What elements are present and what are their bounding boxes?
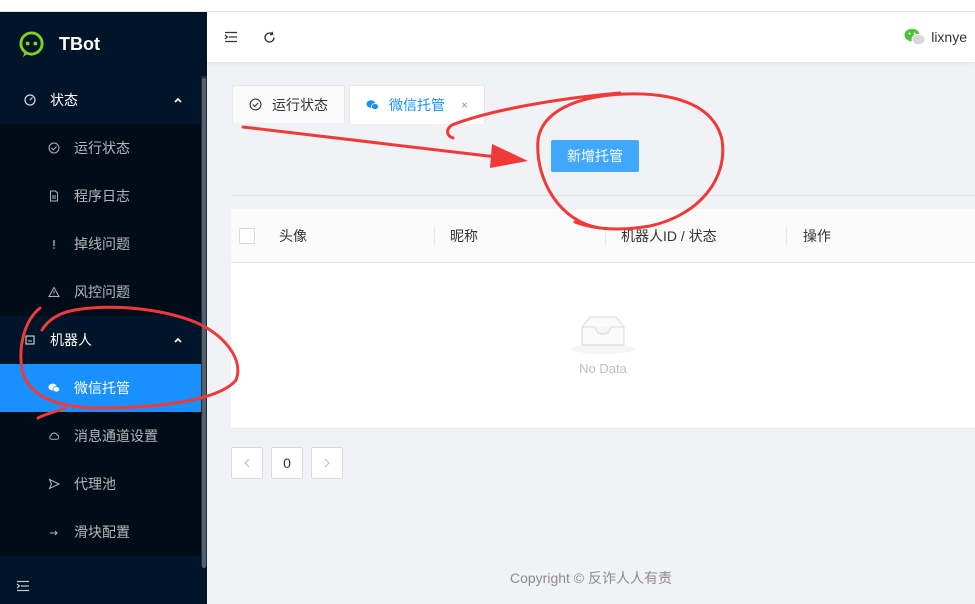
- menu-group-status[interactable]: 状态: [0, 76, 207, 124]
- dashboard-icon: [24, 94, 36, 106]
- menu-item-label: 消息通道设置: [74, 428, 158, 444]
- menu-item-program-log[interactable]: 程序日志: [0, 172, 207, 220]
- menu-item-proxy-pool[interactable]: 代理池: [0, 460, 207, 508]
- menu-fold-icon[interactable]: [223, 29, 239, 45]
- app-title: TBot: [59, 33, 100, 54]
- page-number-button[interactable]: 0: [271, 447, 303, 479]
- tab-run-status[interactable]: 运行状态: [232, 85, 345, 123]
- menu-item-label: 代理池: [74, 476, 116, 492]
- menu-item-label: 程序日志: [74, 188, 130, 204]
- cloud-icon: [48, 430, 60, 442]
- empty-state: No Data: [231, 311, 975, 376]
- empty-inbox-icon: [571, 316, 635, 354]
- robot-icon: [24, 334, 36, 346]
- wechat-icon: [366, 100, 379, 110]
- column-separator: [434, 226, 435, 246]
- sidebar-scrollbar[interactable]: [201, 76, 207, 568]
- menu-item-slider-config[interactable]: 滑块配置: [0, 508, 207, 556]
- tab-wechat-hosting[interactable]: 微信托管 ×: [349, 85, 486, 124]
- menu-item-label: 微信托管: [74, 380, 130, 396]
- sidebar: TBot 状态 运行状态 程序日志 掉线问题 风控问题 机器人 微信托管 消息通…: [0, 12, 207, 604]
- column-header-robot-id-status[interactable]: 机器人ID / 状态: [621, 209, 717, 263]
- reload-icon[interactable]: [261, 29, 277, 45]
- collapse-sidebar-button[interactable]: [0, 568, 207, 604]
- header: lixnye: [207, 12, 975, 62]
- submenu-status: 运行状态 程序日志 掉线问题 风控问题: [0, 124, 207, 316]
- close-tab-icon[interactable]: ×: [461, 98, 468, 112]
- menu-group-label: 机器人: [50, 332, 92, 348]
- check-circle-icon: [249, 98, 262, 111]
- annotation-arrow-head: [490, 144, 528, 168]
- file-text-icon: [48, 190, 60, 202]
- submenu-robot: 微信托管 消息通道设置 代理池 滑块配置: [0, 364, 207, 556]
- add-hosting-button[interactable]: 新增托管: [551, 140, 639, 172]
- tab-label: 微信托管: [389, 97, 445, 113]
- warning-icon: [48, 286, 60, 298]
- chevron-up-icon: [174, 337, 182, 343]
- copyright-footer: Copyright © 反诈人人有责: [509, 570, 672, 586]
- menu-item-wechat-hosting[interactable]: 微信托管: [0, 364, 201, 412]
- menu-group-robot[interactable]: 机器人: [0, 316, 207, 364]
- chevron-up-icon: [174, 97, 182, 103]
- menu-fold-icon: [16, 580, 29, 592]
- page-tabs: 运行状态 微信托管 ×: [232, 85, 489, 124]
- menu-group-label: 状态: [50, 92, 78, 108]
- menu-item-offline-issues[interactable]: 掉线问题: [0, 220, 207, 268]
- sidebar-scrollbar-thumb[interactable]: [202, 78, 206, 568]
- menu-item-message-channel[interactable]: 消息通道设置: [0, 412, 207, 460]
- column-separator: [786, 226, 787, 246]
- divider: [232, 195, 975, 196]
- arrow-right-icon: [48, 526, 60, 538]
- select-all-checkbox[interactable]: [239, 228, 255, 244]
- menu-item-risk-issues[interactable]: 风控问题: [0, 268, 207, 316]
- hosting-table: 头像 昵称 机器人ID / 状态 操作 No Data: [231, 209, 975, 429]
- wechat-icon: [48, 382, 60, 394]
- menu-item-run-status[interactable]: 运行状态: [0, 124, 207, 172]
- tab-label: 运行状态: [272, 96, 328, 113]
- chevron-right-icon: [324, 458, 330, 468]
- browser-top-strip: [0, 0, 975, 12]
- username: lixnye: [931, 29, 967, 45]
- column-header-avatar[interactable]: 头像: [279, 209, 307, 263]
- column-header-nickname[interactable]: 昵称: [450, 209, 478, 263]
- chevron-left-icon: [244, 458, 250, 468]
- menu-item-label: 掉线问题: [74, 236, 130, 252]
- table-header: 头像 昵称 机器人ID / 状态 操作: [231, 209, 975, 263]
- menu-item-label: 运行状态: [74, 140, 130, 156]
- empty-text: No Data: [579, 361, 627, 376]
- send-icon: [48, 478, 60, 490]
- exclamation-icon: [48, 238, 60, 250]
- wechat-avatar-icon: [904, 28, 926, 46]
- check-circle-icon: [48, 142, 60, 154]
- next-page-button[interactable]: [311, 447, 343, 479]
- column-separator: [605, 226, 606, 246]
- table-body: No Data: [231, 263, 975, 429]
- annotation-arrow: [241, 125, 507, 160]
- prev-page-button[interactable]: [231, 447, 263, 479]
- menu-item-label: 风控问题: [74, 284, 130, 300]
- logo[interactable]: TBot: [0, 12, 207, 76]
- select-all-cell: [239, 209, 255, 263]
- user-menu[interactable]: lixnye: [904, 12, 967, 62]
- wechat-logo-icon: [19, 30, 44, 57]
- pagination: 0: [231, 447, 343, 479]
- menu-item-label: 滑块配置: [74, 524, 130, 540]
- column-header-actions[interactable]: 操作: [803, 209, 831, 263]
